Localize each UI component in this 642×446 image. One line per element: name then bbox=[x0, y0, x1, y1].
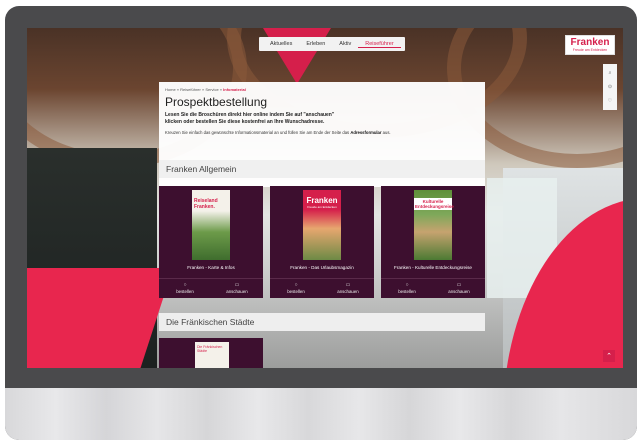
monitor-chin bbox=[5, 388, 637, 440]
cover-label: Die Fränkischen Städte bbox=[197, 345, 223, 353]
breadcrumb-reisefuehrer[interactable]: Reiseführer bbox=[180, 87, 201, 92]
cover-label: Kulturelle Entdeckungsreise bbox=[414, 198, 454, 210]
info-text: Kreuzen Sie einfach das gewünschte Infor… bbox=[165, 130, 479, 135]
brochure-cover[interactable]: Kulturelle Entdeckungsreise bbox=[414, 190, 454, 260]
breadcrumb-home[interactable]: Home bbox=[165, 87, 176, 92]
breadcrumb-current: Infomaterial bbox=[223, 87, 246, 92]
lead-text-2: klicken oder bestellen Sie diese kostenf… bbox=[165, 119, 325, 125]
brochure-cover[interactable]: Reiseland Franken. bbox=[192, 190, 230, 260]
chevron-up-icon: ⌃ bbox=[606, 353, 612, 360]
cover-label: Franken bbox=[306, 196, 338, 205]
info-text-body: Kreuzen Sie einfach das gewünschte Infor… bbox=[165, 130, 350, 135]
brochure-title: Franken - Das Urlaubsmagazin bbox=[290, 265, 354, 270]
cover-sublabel: Freude am Entdecken bbox=[307, 205, 337, 209]
breadcrumb-separator: » bbox=[176, 87, 180, 92]
breadcrumb-separator: » bbox=[201, 87, 205, 92]
monitor-frame: Aktuelles Erleben Aktiv Reiseführer Fran… bbox=[5, 6, 637, 440]
side-toolbar: ⌕ ⊙ ♡ bbox=[603, 64, 617, 110]
cover-label: Reiseland Franken. bbox=[194, 198, 218, 210]
breadcrumb: Home » Reiseführer » Service » Infomater… bbox=[165, 87, 479, 92]
franken-logo[interactable]: Franken Freude am Entdecken bbox=[565, 35, 615, 55]
checkbox-icon: ○ bbox=[405, 282, 409, 288]
brochure-card: Reiseland Franken. Franken - Karte & Inf… bbox=[159, 186, 263, 298]
top-nav: Aktuelles Erleben Aktiv Reiseführer bbox=[259, 37, 405, 51]
card-actions: ○ bestellen ▭ anschauen bbox=[270, 278, 374, 298]
view-label: anschauen bbox=[337, 289, 359, 294]
nav-item-erleben[interactable]: Erleben bbox=[299, 41, 332, 47]
logo-tagline: Freude am Entdecken bbox=[572, 48, 608, 52]
brochure-card: Kulturelle Entdeckungsreise Franken - Ku… bbox=[381, 186, 485, 298]
nav-item-aktiv[interactable]: Aktiv bbox=[332, 41, 358, 47]
section-heading-staedte: Die Fränkischen Städte bbox=[159, 313, 485, 331]
info-text-end: aus. bbox=[382, 130, 391, 135]
map-pin-icon[interactable]: ⊙ bbox=[608, 84, 612, 90]
brochure-cover[interactable]: Die Fränkischen Städte bbox=[195, 342, 229, 368]
view-button[interactable]: ▭ anschauen bbox=[211, 279, 263, 298]
address-form-link[interactable]: Adressformular bbox=[350, 130, 381, 135]
browser-viewport: Aktuelles Erleben Aktiv Reiseführer Fran… bbox=[27, 28, 623, 368]
brochure-title: Franken - Karte & Infos bbox=[187, 265, 235, 270]
order-label: bestellen bbox=[176, 289, 194, 294]
scroll-to-top-button[interactable]: ⌃ bbox=[603, 350, 615, 362]
nav-item-reisefuehrer[interactable]: Reiseführer bbox=[358, 41, 401, 48]
checkbox-icon: ○ bbox=[183, 282, 187, 288]
page-title: Prospektbestellung bbox=[165, 95, 268, 109]
order-button[interactable]: ○ bestellen bbox=[381, 279, 433, 298]
breadcrumb-service[interactable]: Service bbox=[205, 87, 218, 92]
order-label: bestellen bbox=[287, 289, 305, 294]
brochure-card-partial: Die Fränkischen Städte bbox=[159, 338, 263, 368]
brochure-card: Franken Freude am Entdecken Franken - Da… bbox=[270, 186, 374, 298]
nav-item-aktuelles[interactable]: Aktuelles bbox=[263, 41, 299, 47]
card-actions: ○ bestellen ▭ anschauen bbox=[159, 278, 263, 298]
view-button[interactable]: ▭ anschauen bbox=[322, 279, 374, 298]
lead-text-1: Lesen Sie die Broschüren direkt hier onl… bbox=[165, 112, 335, 118]
view-label: anschauen bbox=[448, 289, 470, 294]
logo-brand: Franken bbox=[570, 37, 610, 48]
brochure-cover[interactable]: Franken Freude am Entdecken bbox=[303, 190, 341, 260]
heart-icon[interactable]: ♡ bbox=[608, 98, 612, 104]
book-icon: ▭ bbox=[234, 282, 240, 288]
order-button[interactable]: ○ bestellen bbox=[270, 279, 322, 298]
book-icon: ▭ bbox=[456, 282, 462, 288]
card-actions: ○ bestellen ▭ anschauen bbox=[381, 278, 485, 298]
order-button[interactable]: ○ bestellen bbox=[159, 279, 211, 298]
brochure-title: Franken - Kulturelle Entdeckungsreise bbox=[394, 265, 472, 270]
book-icon: ▭ bbox=[345, 282, 351, 288]
section-heading-franken: Franken Allgemein bbox=[159, 160, 485, 178]
checkbox-icon: ○ bbox=[294, 282, 298, 288]
view-button[interactable]: ▭ anschauen bbox=[433, 279, 485, 298]
search-icon[interactable]: ⌕ bbox=[609, 70, 612, 76]
view-label: anschauen bbox=[226, 289, 248, 294]
breadcrumb-separator: » bbox=[219, 87, 223, 92]
order-label: bestellen bbox=[398, 289, 416, 294]
